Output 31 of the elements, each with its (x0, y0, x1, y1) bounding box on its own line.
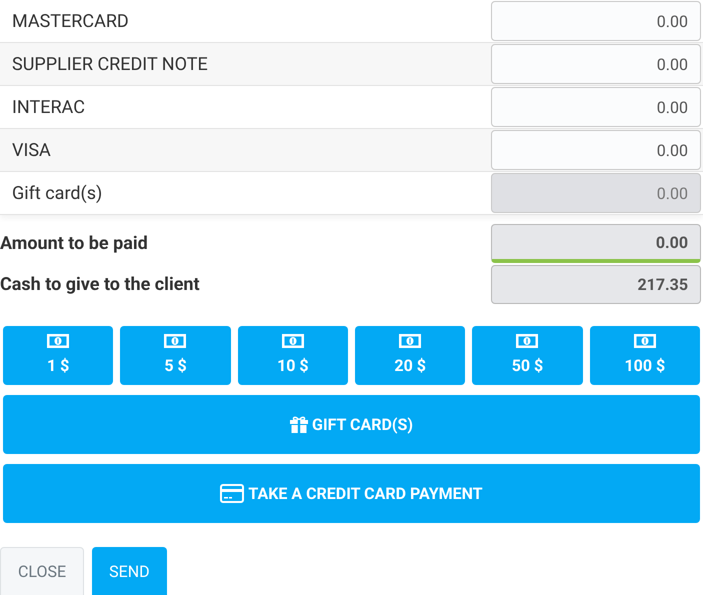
payment-method-label: SUPPLIER CREDIT NOTE (11, 52, 209, 76)
summary-field[interactable]: 0.00 (491, 224, 701, 263)
amount-field[interactable]: 0.00 (491, 87, 701, 127)
cash-amount-button[interactable]: 10 $ (238, 326, 348, 385)
banknote-icon (282, 334, 304, 348)
cash-amount-button[interactable]: 20 $ (354, 326, 466, 385)
cash-amount-button[interactable]: 5 $ (120, 326, 231, 385)
summary-label: Amount to be paid (0, 232, 149, 256)
cash-amount-button[interactable]: 1 $ (3, 326, 114, 385)
amount-field[interactable]: 0.00 (491, 1, 701, 41)
credit-card-icon (220, 484, 244, 503)
banknote-icon (47, 334, 70, 348)
banknote-icon (516, 334, 538, 348)
summary-field[interactable]: 217.35 (491, 265, 701, 304)
payment-method-label: Gift card(s) (11, 182, 104, 206)
summary-label: Cash to give to the client (0, 273, 201, 297)
banknote-icon (164, 334, 186, 348)
amount-field[interactable]: 0.00 (491, 44, 701, 84)
payment-method-label: VISA (11, 138, 52, 162)
banknote-icon (634, 334, 656, 348)
banknote-icon (399, 334, 422, 348)
gift-icon (290, 416, 308, 433)
gift-card-button[interactable]: GIFT CARD(S) (3, 395, 700, 454)
payment-method-label: MASTERCARD (11, 10, 130, 34)
cash-amount-button[interactable]: 50 $ (472, 326, 583, 385)
payment-method-label: INTERAC (11, 96, 86, 120)
send-button[interactable]: SEND (92, 547, 167, 595)
cash-amount-button[interactable]: 100 $ (590, 326, 700, 385)
credit-card-button[interactable]: TAKE A CREDIT CARD PAYMENT (3, 464, 700, 523)
close-button[interactable]: CLOSE (0, 547, 84, 595)
amount-field[interactable]: 0.00 (491, 130, 701, 170)
